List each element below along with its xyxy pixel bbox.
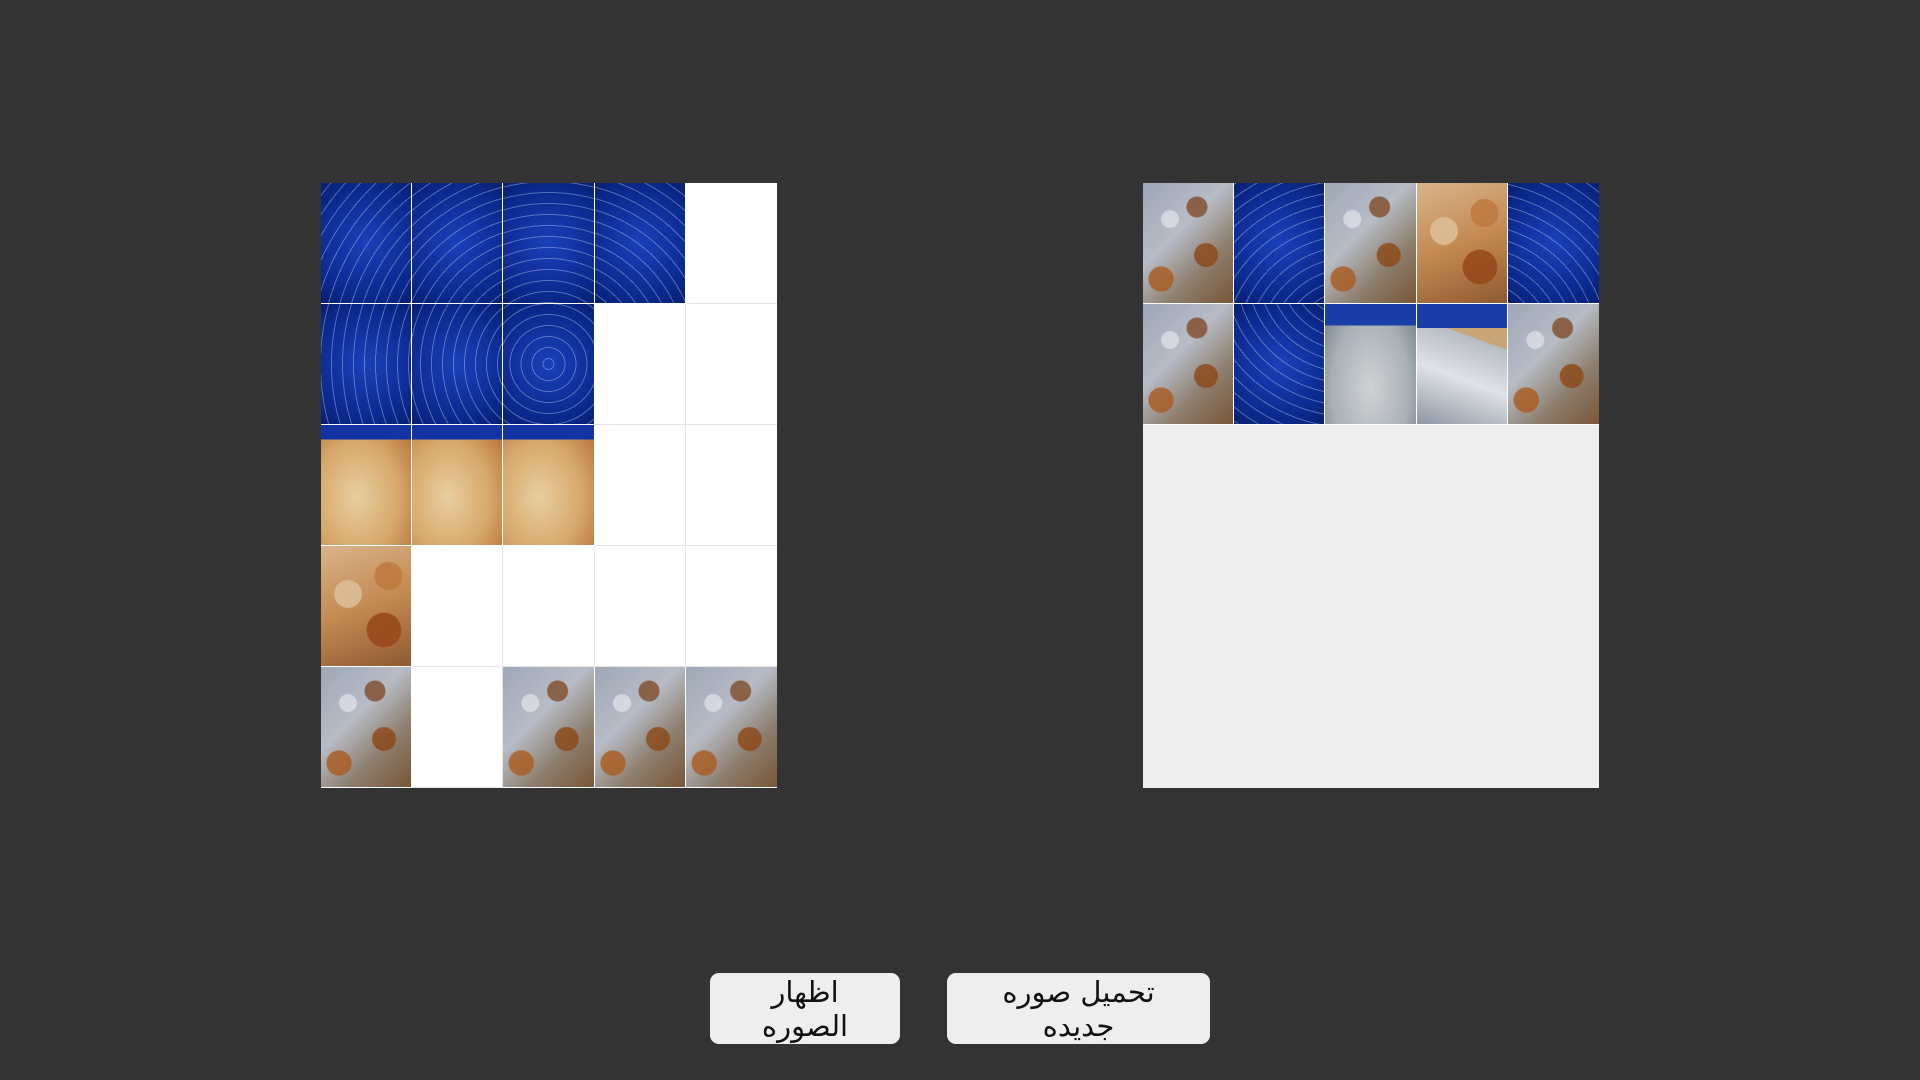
tray-empty-area bbox=[1143, 425, 1599, 788]
placed-piece[interactable] bbox=[321, 667, 413, 788]
pieces-tray[interactable] bbox=[1143, 183, 1599, 788]
placed-piece[interactable] bbox=[503, 425, 595, 546]
placed-piece[interactable] bbox=[594, 667, 686, 788]
placed-piece[interactable] bbox=[503, 667, 595, 788]
puzzle-piece[interactable] bbox=[1507, 304, 1599, 425]
show-image-button[interactable]: اظهار الصوره bbox=[710, 973, 900, 1044]
placed-piece[interactable] bbox=[321, 425, 413, 546]
load-new-image-button[interactable]: تحميل صوره جديده bbox=[947, 973, 1210, 1044]
board-cell[interactable] bbox=[503, 546, 595, 667]
board-cell[interactable] bbox=[685, 546, 777, 667]
puzzle-piece[interactable] bbox=[1234, 183, 1326, 304]
board-cell[interactable] bbox=[594, 425, 686, 546]
placed-piece[interactable] bbox=[412, 304, 504, 425]
board-cell[interactable] bbox=[685, 304, 777, 425]
placed-piece[interactable] bbox=[321, 183, 413, 304]
board-cell[interactable] bbox=[412, 546, 504, 667]
puzzle-piece[interactable] bbox=[1416, 304, 1508, 425]
puzzle-piece[interactable] bbox=[1143, 304, 1235, 425]
board-cell[interactable] bbox=[412, 667, 504, 788]
button-bar: اظهار الصوره تحميل صوره جديده bbox=[0, 973, 1920, 1044]
placed-piece[interactable] bbox=[321, 546, 413, 667]
puzzle-piece[interactable] bbox=[1143, 183, 1235, 304]
placed-piece[interactable] bbox=[321, 304, 413, 425]
placed-piece[interactable] bbox=[503, 183, 595, 304]
placed-piece[interactable] bbox=[503, 304, 595, 425]
puzzle-piece[interactable] bbox=[1507, 183, 1599, 304]
board-cell[interactable] bbox=[594, 304, 686, 425]
puzzle-piece[interactable] bbox=[1234, 304, 1326, 425]
puzzle-piece[interactable] bbox=[1416, 183, 1508, 304]
placed-piece[interactable] bbox=[685, 667, 777, 788]
placed-piece[interactable] bbox=[412, 425, 504, 546]
board-cell[interactable] bbox=[685, 425, 777, 546]
board-cell[interactable] bbox=[685, 183, 777, 304]
placed-piece[interactable] bbox=[412, 183, 504, 304]
puzzle-piece[interactable] bbox=[1325, 183, 1417, 304]
puzzle-piece[interactable] bbox=[1325, 304, 1417, 425]
board-cell[interactable] bbox=[594, 546, 686, 667]
puzzle-board[interactable] bbox=[321, 183, 777, 788]
placed-piece[interactable] bbox=[594, 183, 686, 304]
